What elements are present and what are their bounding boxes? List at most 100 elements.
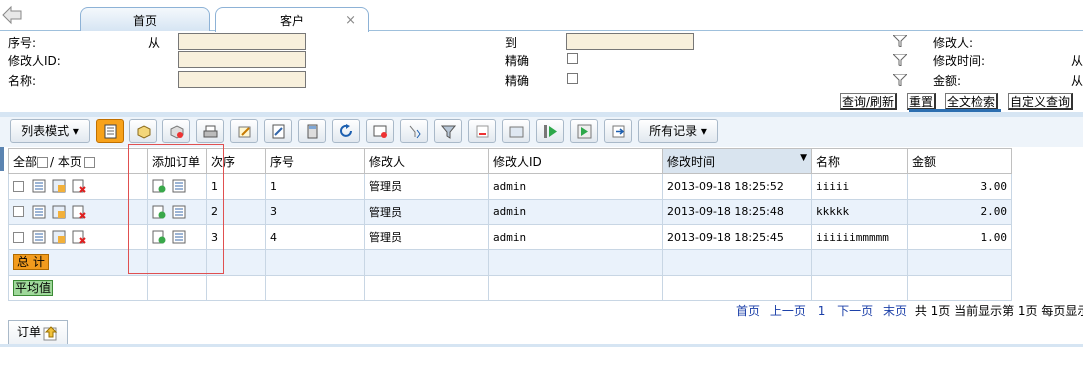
calculator-button[interactable] [298, 119, 326, 143]
label-exact: 精确 [505, 54, 530, 68]
amount-cell: 2.00 [907, 198, 1012, 225]
form-edit-icon [272, 124, 285, 139]
tab-home[interactable]: 首页 [80, 7, 210, 31]
new-doc-icon [104, 124, 117, 139]
name-cell: iiiiiimmmmm [811, 223, 908, 251]
add-record-button[interactable] [96, 119, 124, 143]
close-icon[interactable]: × [345, 8, 356, 34]
refresh-button[interactable] [332, 119, 360, 143]
col-modifier[interactable]: 修改人 [364, 147, 489, 175]
label-from: 从 [148, 36, 161, 50]
seq-from-input[interactable] [178, 33, 306, 50]
image-button[interactable] [502, 119, 530, 143]
name-input[interactable] [178, 71, 306, 88]
modifier-id-cell: admin [488, 223, 663, 251]
col-amount[interactable]: 金额 [907, 147, 1012, 175]
exact-checkbox-1[interactable] [567, 53, 578, 64]
printer-icon [203, 125, 218, 138]
pagination: 首页 上一页 1 下一页 末页 共 1页 当前显示第 1页 每页显示+ [736, 302, 1083, 319]
average-row: 平均值 [8, 274, 1012, 302]
edit-icon [238, 126, 251, 138]
edit-button[interactable] [230, 119, 258, 143]
custom-query-button[interactable]: 自定义查询 [1008, 93, 1074, 110]
all-records-label: 所有记录 [649, 124, 698, 138]
select-page-label: / 本页 [50, 154, 82, 169]
tab-bar: 首页 客户 × [0, 0, 1083, 32]
modifier-cell: 管理员 [364, 198, 489, 225]
row-checkbox[interactable] [13, 206, 24, 218]
toolbar: 列表模式 ▾ 所有记录 ▾ [0, 117, 1083, 147]
page-number-link[interactable]: 1 [818, 304, 826, 318]
package-icon [137, 125, 151, 139]
tab-customer[interactable]: 客户 × [215, 7, 369, 32]
amount-cell: 1.00 [907, 223, 1012, 251]
edit-row-icon[interactable] [52, 179, 66, 193]
run-button[interactable] [536, 119, 564, 143]
label-modifier-id: 修改人ID: [8, 54, 61, 68]
label-from-2: 从 [1071, 54, 1083, 68]
close-window-button[interactable] [366, 119, 394, 143]
total-cell: 总 计 [8, 249, 148, 276]
col-modifier-id[interactable]: 修改人ID [488, 147, 663, 175]
seq-to-input[interactable] [566, 33, 694, 50]
select-all-checkbox[interactable] [37, 156, 49, 168]
back-arrow-icon[interactable] [2, 5, 22, 25]
detail-icon[interactable] [32, 205, 46, 219]
amount-cell: 3.00 [907, 173, 1012, 200]
calculator-icon [307, 124, 318, 139]
export-button[interactable] [468, 119, 496, 143]
side-collapse-handle[interactable] [0, 147, 4, 171]
label-name: 名称: [8, 74, 37, 88]
edit-row-icon[interactable] [52, 230, 66, 244]
filter-icon[interactable] [893, 35, 907, 47]
last-page-link[interactable]: 末页 [883, 304, 907, 318]
no-cell: 3 [265, 198, 365, 225]
filter-button[interactable] [434, 119, 462, 143]
edit-form-button[interactable] [264, 119, 292, 143]
average-badge: 平均值 [13, 279, 54, 296]
no-cell: 1 [265, 173, 365, 200]
prev-page-link[interactable]: 上一页 [770, 304, 806, 318]
delete-row-icon[interactable] [72, 205, 86, 219]
filter-icon[interactable] [893, 74, 907, 86]
modifier-cell: 管理员 [364, 173, 489, 200]
next-page-link[interactable]: 下一页 [837, 304, 873, 318]
modifier-id-cell: admin [488, 173, 663, 200]
exit-button[interactable] [604, 119, 632, 143]
col-no[interactable]: 序号 [265, 147, 365, 175]
fulltext-search-button[interactable]: 全文检索 [945, 93, 999, 110]
reset-button[interactable]: 重置 [907, 93, 937, 110]
all-records-dropdown[interactable]: 所有记录 ▾ [638, 119, 718, 143]
subtab-order[interactable]: 订单 [8, 320, 68, 344]
query-refresh-button[interactable]: 查询/刷新 [840, 93, 898, 110]
export-icon [476, 125, 489, 138]
delete-button[interactable] [162, 119, 190, 143]
delete-row-icon[interactable] [72, 179, 86, 194]
copy-button[interactable] [129, 119, 157, 143]
detail-icon[interactable] [32, 179, 46, 193]
row-checkbox[interactable] [13, 231, 24, 243]
filter-icon[interactable] [893, 54, 907, 66]
col-name[interactable]: 名称 [811, 147, 908, 175]
first-page-link[interactable]: 首页 [736, 304, 760, 318]
row-actions [8, 198, 148, 225]
tab-home-label: 首页 [132, 14, 157, 28]
sort-button[interactable] [400, 119, 428, 143]
exact-checkbox-2[interactable] [567, 73, 578, 84]
list-mode-dropdown[interactable]: 列表模式 ▾ [10, 119, 90, 143]
select-page-checkbox[interactable] [83, 156, 95, 168]
total-badge: 总 计 [13, 254, 49, 271]
modifier-id-input[interactable] [178, 51, 306, 68]
edit-row-icon[interactable] [52, 205, 66, 219]
upload-icon [43, 326, 58, 341]
pager-summary: 共 1页 当前显示第 1页 每页显示+ [914, 304, 1083, 318]
print-button[interactable] [196, 119, 224, 143]
label-exact-2: 精确 [505, 74, 530, 88]
step-button[interactable] [570, 119, 598, 143]
row-checkbox[interactable] [13, 180, 24, 192]
detail-icon[interactable] [32, 230, 46, 244]
delete-row-icon[interactable] [72, 230, 86, 244]
col-mtime[interactable]: 修改时间 ▼ [662, 147, 812, 175]
select-all-label: 全部 [13, 154, 38, 169]
select-header: 全部 / 本页 [8, 147, 148, 175]
